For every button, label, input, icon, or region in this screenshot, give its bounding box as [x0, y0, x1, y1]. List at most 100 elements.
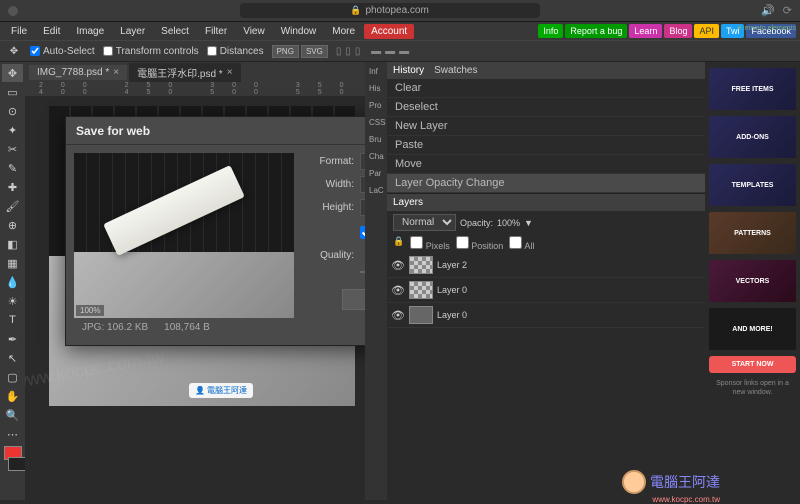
canvas-area: IMG_7788.psd *× 電腦王浮水印.psd *× 0 50 100 1… [25, 62, 365, 500]
wand-tool[interactable]: ✦ [2, 121, 23, 139]
tag-info[interactable]: Info [538, 24, 563, 38]
close-icon[interactable]: × [113, 67, 119, 78]
audio-icon[interactable]: 🔊 [761, 4, 775, 17]
close-icon[interactable]: × [227, 67, 233, 78]
tag-learn[interactable]: Learn [629, 24, 662, 38]
brush-tool[interactable]: 🖌 [2, 197, 23, 215]
ad-addons[interactable]: ADD-ONS [709, 116, 796, 158]
tag-bug[interactable]: Report a bug [565, 24, 627, 38]
tab-swatches[interactable]: Swatches [434, 65, 477, 76]
quality-slider[interactable] [360, 265, 365, 279]
history-item[interactable]: Layer Opacity Change [387, 174, 705, 193]
zoom-badge[interactable]: 100% [76, 305, 104, 316]
align-icons[interactable]: ▯▯▯ ▬▬▬ [336, 46, 413, 57]
tag-blog[interactable]: Blog [664, 24, 692, 38]
menu-bar: File Edit Image Layer Select Filter View… [0, 22, 800, 40]
save-button[interactable]: Save [342, 289, 365, 310]
dialog-header[interactable]: Save for web ✕ [66, 117, 365, 145]
layer-item[interactable]: 👁Layer 0 [387, 278, 705, 303]
transform-checkbox[interactable]: Transform controls [103, 46, 199, 57]
mini-tab-cha[interactable]: Cha [367, 149, 385, 164]
history-item[interactable]: Paste [387, 136, 705, 155]
zoom-tool[interactable]: 🔍 [2, 406, 23, 424]
layer-item[interactable]: 👁Layer 0 [387, 303, 705, 328]
blend-mode-select[interactable]: Normal [393, 214, 456, 231]
reload-icon[interactable]: ⟳ [783, 4, 792, 17]
filter-position[interactable]: Position [456, 236, 504, 251]
export-svg[interactable]: SVG [301, 45, 328, 58]
mini-tab-par[interactable]: Par [367, 166, 385, 181]
menu-more[interactable]: More [325, 24, 362, 39]
ad-vectors[interactable]: VECTORS [709, 260, 796, 302]
keep-ratio-checkbox[interactable] [360, 226, 365, 239]
background-color[interactable] [8, 457, 26, 471]
auto-select-checkbox[interactable]: Auto-Select [30, 46, 95, 57]
history-item[interactable]: Clear [387, 79, 705, 98]
tab-1[interactable]: 電腦王浮水印.psd *× [129, 63, 240, 82]
move-tool[interactable]: ✥ [2, 64, 23, 82]
lasso-tool[interactable]: ⊙ [2, 102, 23, 120]
history-item[interactable]: Move [387, 155, 705, 174]
menu-file[interactable]: File [4, 24, 34, 39]
tab-0[interactable]: IMG_7788.psd *× [29, 65, 127, 80]
pen-tool[interactable]: ✒ [2, 330, 23, 348]
mini-tab-css[interactable]: CSS [367, 115, 385, 130]
visibility-icon[interactable]: 👁 [391, 309, 405, 322]
ad-more[interactable]: AND MORE! [709, 308, 796, 350]
width-input[interactable] [360, 176, 365, 193]
hand-tool[interactable]: ✋ [2, 387, 23, 405]
mini-tab-lac[interactable]: LaC [367, 183, 385, 198]
url-bar[interactable]: 🔒 photopea.com [240, 3, 540, 18]
marquee-tool[interactable]: ▭ [2, 83, 23, 101]
lock-icon[interactable]: 🔒 [393, 236, 404, 251]
eyedropper-tool[interactable]: ✎ [2, 159, 23, 177]
tag-api[interactable]: API [694, 24, 719, 38]
mini-tab-inf[interactable]: Inf [367, 64, 385, 79]
export-png[interactable]: PNG [272, 45, 299, 58]
shape-tool[interactable]: ▢ [2, 368, 23, 386]
window-controls[interactable] [8, 6, 18, 16]
dodge-tool[interactable]: ☀ [2, 292, 23, 310]
blur-tool[interactable]: 💧 [2, 273, 23, 291]
ad-free-items[interactable]: FREE ITEMS [709, 68, 796, 110]
format-select[interactable]: JPG [360, 153, 365, 170]
gradient-tool[interactable]: ▦ [2, 254, 23, 272]
distances-checkbox[interactable]: Distances [207, 46, 264, 57]
crop-tool[interactable]: ✂ [2, 140, 23, 158]
history-item[interactable]: New Layer [387, 117, 705, 136]
start-now-button[interactable]: START NOW [709, 356, 796, 373]
tab-layers[interactable]: Layers [393, 197, 423, 208]
tab-history[interactable]: History [393, 65, 424, 76]
menu-view[interactable]: View [236, 24, 272, 39]
envato-badge[interactable]: ✦ envato elements [737, 24, 796, 32]
menu-account[interactable]: Account [364, 24, 414, 39]
stamp-tool[interactable]: ⊕ [2, 216, 23, 234]
menu-image[interactable]: Image [69, 24, 111, 39]
more-tools[interactable]: ⋯ [2, 425, 23, 443]
visibility-icon[interactable]: 👁 [391, 284, 405, 297]
menu-edit[interactable]: Edit [36, 24, 67, 39]
dropdown-icon[interactable]: ▼ [524, 218, 533, 228]
path-tool[interactable]: ↖ [2, 349, 23, 367]
mini-tab-bru[interactable]: Bru [367, 132, 385, 147]
visibility-icon[interactable]: 👁 [391, 259, 405, 272]
type-tool[interactable]: T [2, 311, 23, 329]
eraser-tool[interactable]: ◧ [2, 235, 23, 253]
mini-tab-pro[interactable]: Pro [367, 98, 385, 113]
ad-templates[interactable]: TEMPLATES [709, 164, 796, 206]
menu-filter[interactable]: Filter [198, 24, 234, 39]
menu-select[interactable]: Select [154, 24, 196, 39]
history-item[interactable]: Deselect [387, 98, 705, 117]
menu-window[interactable]: Window [274, 24, 324, 39]
height-input[interactable] [360, 199, 365, 216]
menu-layer[interactable]: Layer [113, 24, 152, 39]
filter-all[interactable]: All [509, 236, 534, 251]
heal-tool[interactable]: ✚ [2, 178, 23, 196]
mini-tab-his[interactable]: His [367, 81, 385, 96]
layer-item[interactable]: 👁Layer 2 [387, 253, 705, 278]
filter-pixels[interactable]: Pixels [410, 236, 450, 251]
layers-panel: Layers Normal Opacity: 100% ▼ 🔒 Pixels P… [387, 193, 705, 500]
opacity-value[interactable]: 100% [497, 218, 520, 228]
ad-patterns[interactable]: PATTERNS [709, 212, 796, 254]
document-tabs: IMG_7788.psd *× 電腦王浮水印.psd *× [25, 62, 365, 82]
